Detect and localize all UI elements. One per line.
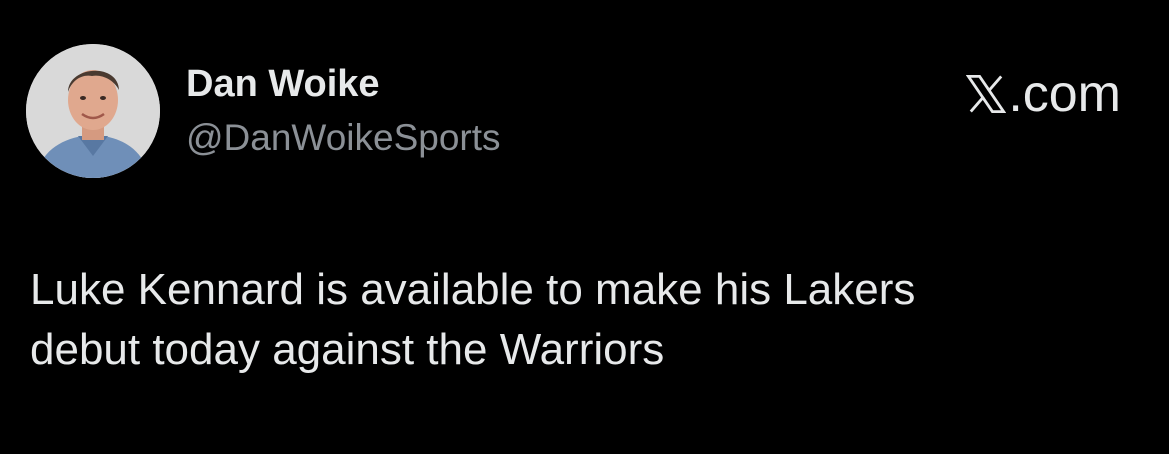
brand-watermark: .com [966, 66, 1121, 122]
profile-photo-icon [26, 44, 160, 178]
brand-domain-suffix: .com [1008, 65, 1121, 123]
tweet-text-line: debut today against the Warriors [30, 325, 665, 374]
tweet-card: Dan Woike @DanWoikeSports .com Luke Kenn… [0, 0, 1169, 454]
tweet-text-line: Luke Kennard is available to make his La… [30, 265, 916, 314]
author-display-name[interactable]: Dan Woike [186, 62, 380, 106]
tweet-text: Luke Kennard is available to make his La… [30, 260, 1130, 380]
author-handle[interactable]: @DanWoikeSports [186, 116, 501, 160]
avatar[interactable] [26, 44, 160, 178]
x-logo-icon [966, 74, 1007, 114]
